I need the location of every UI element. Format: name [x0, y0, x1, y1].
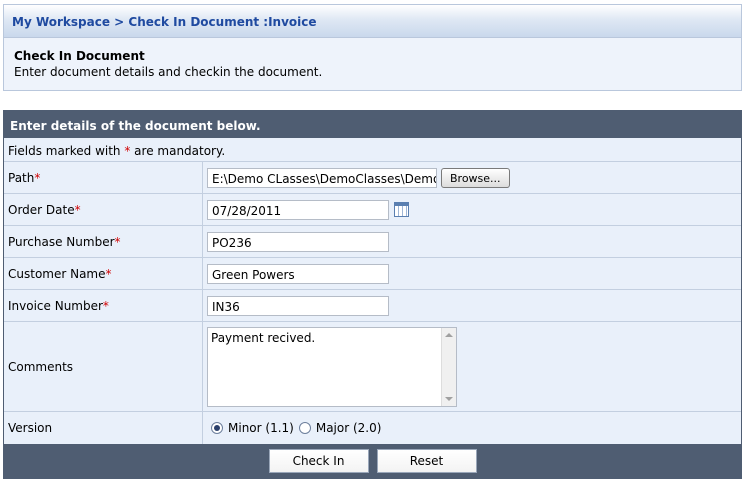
- comments-label: Comments: [4, 322, 203, 411]
- customer-name-label-text: Customer Name: [8, 266, 106, 281]
- row-order-date: Order Date * 07/28/2011: [4, 194, 741, 226]
- browse-button[interactable]: Browse...: [441, 167, 510, 188]
- invoice-number-star: *: [102, 298, 109, 313]
- breadcrumb[interactable]: My Workspace > Check In Document :Invoic…: [4, 5, 741, 38]
- reset-button[interactable]: Reset: [376, 449, 477, 473]
- invoice-number-input[interactable]: IN36: [207, 295, 389, 316]
- scroll-up-icon[interactable]: [445, 333, 453, 337]
- invoice-number-field-cell: IN36: [203, 290, 741, 321]
- order-date-label: Order Date *: [4, 194, 203, 225]
- form-actions: Check In Reset: [4, 444, 741, 478]
- invoice-number-label-text: Invoice Number: [8, 298, 103, 313]
- order-date-field-cell: 07/28/2011: [203, 194, 741, 225]
- customer-name-input[interactable]: Green Powers: [207, 263, 389, 284]
- version-minor-radio[interactable]: [211, 422, 223, 434]
- path-input[interactable]: E:\Demo CLasses\DemoClasses\DemoC: [207, 167, 437, 188]
- row-customer-name: Customer Name * Green Powers: [4, 258, 741, 290]
- path-label: Path *: [4, 162, 203, 193]
- page-description: Enter document details and checkin the d…: [14, 65, 323, 79]
- version-field-cell: Minor (1.1) Major (2.0): [203, 412, 741, 444]
- comments-field-cell: Payment recived.: [203, 322, 741, 411]
- comments-label-text: Comments: [8, 359, 74, 374]
- row-comments: Comments Payment recived.: [4, 322, 741, 412]
- version-major-radio[interactable]: [298, 422, 311, 434]
- page-title: Check In Document: [14, 49, 145, 63]
- version-label: Version: [4, 412, 203, 444]
- comments-scrollbar[interactable]: [441, 328, 456, 406]
- purchase-number-star: *: [114, 234, 121, 249]
- row-purchase-number: Purchase Number * PO236: [4, 226, 741, 258]
- invoice-number-label: Invoice Number *: [4, 290, 203, 321]
- scroll-down-icon[interactable]: [445, 397, 453, 401]
- customer-name-label: Customer Name *: [4, 258, 203, 289]
- version-label-text: Version: [8, 421, 53, 435]
- path-field-cell: E:\Demo CLasses\DemoClasses\DemoC Browse…: [203, 162, 741, 193]
- purchase-number-label: Purchase Number *: [4, 226, 203, 257]
- path-star: *: [34, 170, 41, 185]
- version-major-label[interactable]: Major (2.0): [316, 421, 382, 435]
- purchase-number-field-cell: PO236: [203, 226, 741, 257]
- mandatory-note-suffix: are mandatory.: [130, 144, 226, 158]
- panel-heading: Enter details of the document below.: [4, 111, 741, 138]
- row-version: Version Minor (1.1) Major (2.0): [4, 412, 741, 444]
- mandatory-note: Fields marked with * are mandatory.: [4, 138, 741, 162]
- row-path: Path * E:\Demo CLasses\DemoClasses\DemoC…: [4, 162, 741, 194]
- comments-textarea[interactable]: Payment recived.: [207, 327, 457, 407]
- path-label-text: Path: [8, 170, 35, 185]
- customer-name-field-cell: Green Powers: [203, 258, 741, 289]
- order-date-star: *: [74, 202, 81, 217]
- row-invoice-number: Invoice Number * IN36: [4, 290, 741, 322]
- comments-text: Payment recived.: [211, 331, 316, 345]
- check-in-button[interactable]: Check In: [268, 449, 369, 473]
- order-date-label-text: Order Date: [8, 202, 75, 217]
- mandatory-note-prefix: Fields marked with: [8, 144, 125, 158]
- purchase-number-input[interactable]: PO236: [207, 231, 389, 252]
- order-date-input[interactable]: 07/28/2011: [207, 199, 389, 220]
- calendar-icon[interactable]: [394, 202, 409, 217]
- customer-name-star: *: [105, 266, 112, 281]
- page-header: My Workspace > Check In Document :Invoic…: [3, 4, 742, 91]
- document-form-panel: Enter details of the document below. Fie…: [3, 110, 742, 479]
- version-minor-label[interactable]: Minor (1.1): [228, 421, 294, 435]
- purchase-number-label-text: Purchase Number: [8, 234, 115, 249]
